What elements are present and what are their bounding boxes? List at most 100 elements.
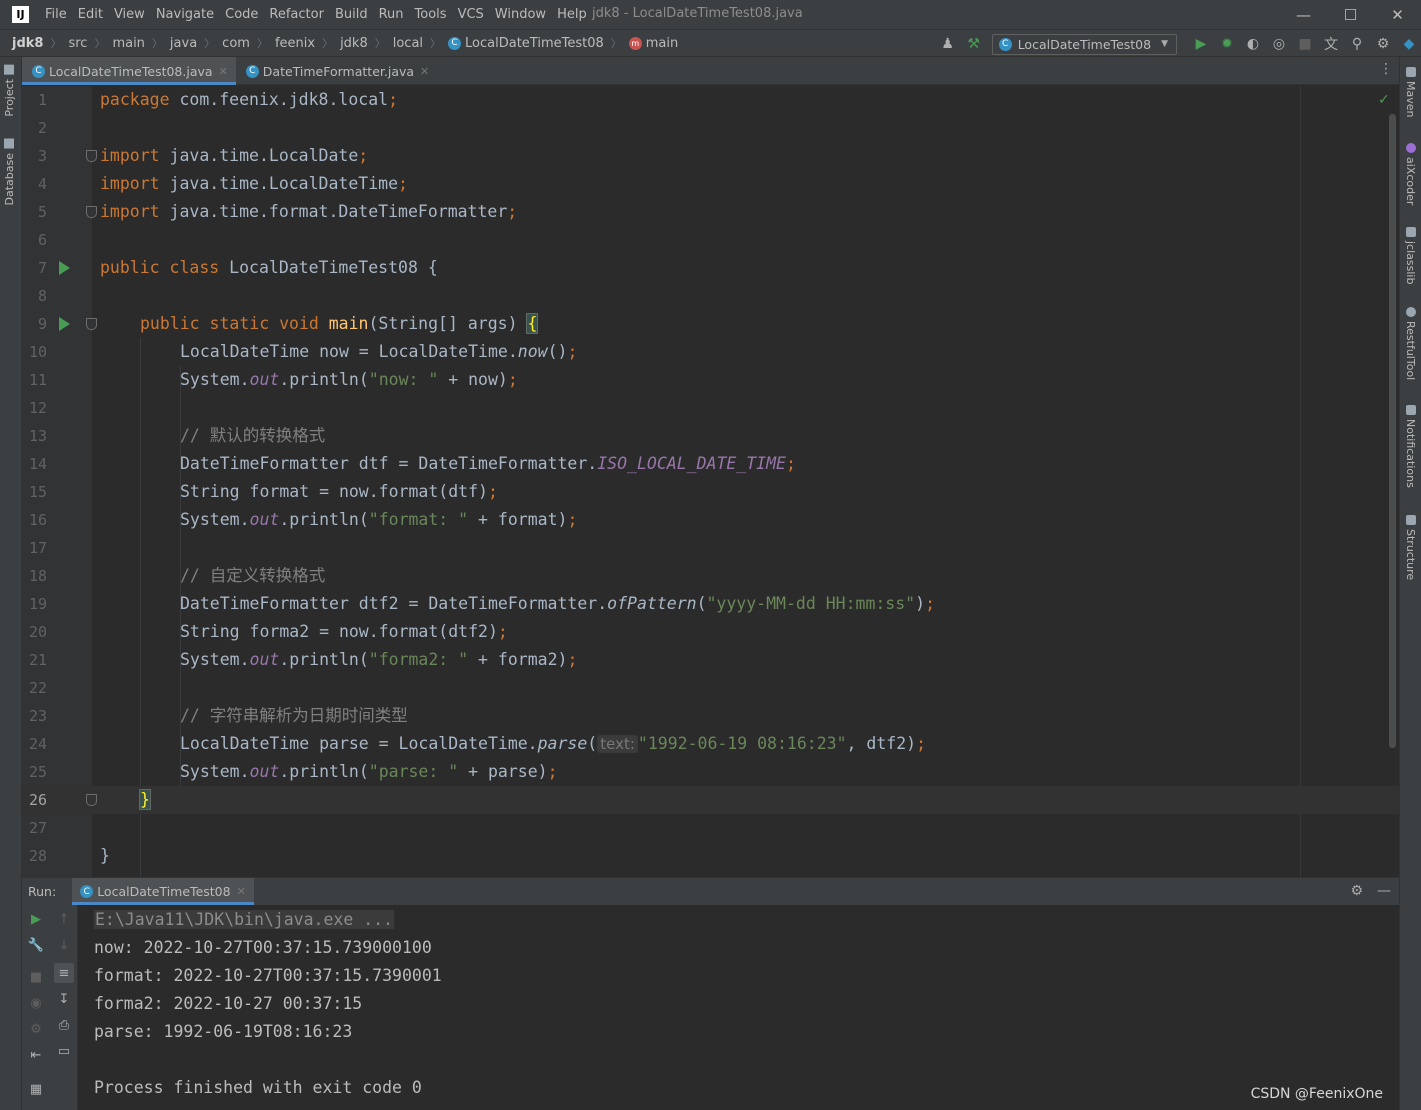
menu-build[interactable]: Build [335,5,368,24]
class-icon: C [998,37,1012,51]
code-line-11: 11 System.out.println("now: " + now); [28,370,518,389]
code-editor[interactable]: 1 package com.feenix.jdk8.local; 2 3 impor… [22,86,1399,877]
camera-icon[interactable]: ◉ [26,993,46,1013]
jclasslib-tool-tab[interactable]: jclasslib [1404,227,1417,284]
close-tab-icon[interactable]: ✕ [219,65,228,78]
menu-file[interactable]: File [45,5,67,24]
project-tool-tab[interactable]: Project [3,65,16,117]
window-title: jdk8 - LocalDateTimeTest08.java [592,6,803,21]
search-icon[interactable]: ⚲ [1345,32,1369,56]
breadcrumb-java[interactable]: java [170,36,197,51]
build-hammer-icon[interactable]: ⚒ [962,32,986,56]
close-tab-icon[interactable]: ✕ [237,885,246,898]
arrow-up-icon[interactable]: ↑ [54,909,74,929]
run-gutter-icon[interactable] [59,317,70,331]
breadcrumb-local[interactable]: local [393,36,423,51]
tab-localdatetimetest08[interactable]: C LocalDateTimeTest08.java ✕ [22,57,236,85]
run-configuration-select[interactable]: C LocalDateTimeTest08 ▼ [991,33,1177,55]
settings-icon[interactable]: ⚙ [26,1019,46,1039]
fold-icon[interactable] [86,206,97,218]
breadcrumb-separator: 〉 [322,37,334,50]
structure-tool-tab[interactable]: Structure [1404,515,1417,580]
stop-icon[interactable]: ■ [26,967,46,987]
breadcrumb-com[interactable]: com [222,36,250,51]
window-controls: — ☐ ✕ [1280,0,1421,29]
menu-edit[interactable]: Edit [78,5,103,24]
gear-icon[interactable]: ⚙ [1371,32,1395,56]
console-line: format: 2022-10-27T00:37:15.7390001 [94,966,442,985]
maven-tool-tab[interactable]: Maven [1404,67,1417,117]
close-window-icon[interactable]: ✕ [1374,0,1421,29]
run-tab[interactable]: C LocalDateTimeTest08 ✕ [72,878,254,905]
folder-icon [4,65,15,75]
debug-icon[interactable]: ✹ [1215,32,1239,56]
layout-icon[interactable]: ▦ [26,1079,46,1099]
minimize-icon[interactable]: — [1280,0,1327,29]
breadcrumb-feenix[interactable]: feenix [275,36,315,51]
restfultool-tool-tab[interactable]: RestfulTool [1404,307,1417,380]
menu-view[interactable]: View [114,5,145,24]
breadcrumb-class[interactable]: C LocalDateTimeTest08 [448,36,604,51]
gear-icon[interactable]: ⚙ [1350,883,1363,899]
console-output[interactable]: E:\Java11\JDK\bin\java.exe ... now: 2022… [79,905,1399,1110]
menu-refactor[interactable]: Refactor [269,5,324,24]
more-vertical-icon[interactable]: ⋮ [1379,61,1393,77]
menu-run[interactable]: Run [379,5,404,24]
trash-icon[interactable]: ▭ [54,1041,74,1061]
breadcrumb-method[interactable]: m main [628,36,678,51]
fold-icon[interactable] [86,794,97,806]
console-line: parse: 1992-06-19T08:16:23 [94,1022,353,1041]
coverage-icon[interactable]: ◐ [1241,32,1265,56]
aixcoder-tool-tab[interactable]: aiXcoder [1404,143,1417,205]
breadcrumb-jdk8[interactable]: jdk8 [340,36,368,51]
code-line-5: 5 import java.time.format.DateTimeFormatt… [37,202,518,221]
menu-window[interactable]: Window [495,5,546,24]
menu-code[interactable]: Code [225,5,258,24]
exit-icon[interactable]: ⇤ [26,1045,46,1065]
intellij-logo-icon[interactable]: IJ [12,6,29,23]
wrench-icon[interactable]: 🔧 [26,935,46,955]
breadcrumb-separator: 〉 [256,37,268,50]
notifications-tool-tab[interactable]: Notifications [1404,405,1417,488]
breadcrumb-project[interactable]: jdk8 [12,36,43,51]
fold-icon[interactable] [86,318,97,330]
menu-vcs[interactable]: VCS [458,5,484,24]
bell-icon [1405,405,1416,415]
breadcrumb-separator: 〉 [430,37,442,50]
translate-icon[interactable]: 文 [1319,32,1343,56]
code-line-18: 18// 自定义转换格式 [28,566,326,585]
breadcrumb-separator: 〉 [151,37,163,50]
breadcrumb-main[interactable]: main [112,36,144,51]
close-tab-icon[interactable]: ✕ [420,65,429,78]
database-tool-tab[interactable]: Database [3,139,16,206]
tab-datetimeformatter[interactable]: C DateTimeFormatter.java ✕ [236,57,437,85]
toolbox-icon[interactable]: ◆ [1397,32,1421,56]
console-line: forma2: 2022-10-27 00:37:15 [94,994,363,1013]
code-line-23: 23// 字符串解析为日期时间类型 [28,706,408,725]
profile-icon[interactable]: ◎ [1267,32,1291,56]
command-line[interactable]: E:\Java11\JDK\bin\java.exe ... [94,910,395,929]
hide-panel-icon[interactable]: — [1377,883,1391,899]
scroll-to-end-icon[interactable]: ↧ [54,989,74,1009]
menu-tools[interactable]: Tools [415,5,447,24]
run-configuration-label: LocalDateTimeTest08 [1017,36,1152,52]
menu-help[interactable]: Help [557,5,587,24]
menu-navigate[interactable]: Navigate [156,5,214,24]
check-icon[interactable]: ✓ [1378,92,1390,108]
rerun-icon[interactable]: ▶ [26,909,46,929]
user-icon[interactable]: ♟ [936,32,960,56]
stop-icon[interactable]: ■ [1293,32,1317,56]
maximize-icon[interactable]: ☐ [1327,0,1374,29]
code-line-20: 20 String forma2 = now.format(dtf2); [28,622,508,641]
code-line-26: 26} [22,786,1399,814]
print-icon[interactable]: ⎙ [54,1015,74,1035]
soft-wrap-icon[interactable]: ≡ [54,963,74,983]
arrow-down-icon[interactable]: ↓ [54,935,74,955]
code-line-28: 28} [28,846,110,865]
vertical-scrollbar[interactable] [1389,114,1396,748]
breadcrumb-src[interactable]: src [68,36,87,51]
run-icon[interactable]: ▶ [1189,32,1213,56]
run-gutter-icon[interactable] [59,261,70,275]
structure-icon [1405,515,1416,525]
fold-icon[interactable] [86,150,97,162]
